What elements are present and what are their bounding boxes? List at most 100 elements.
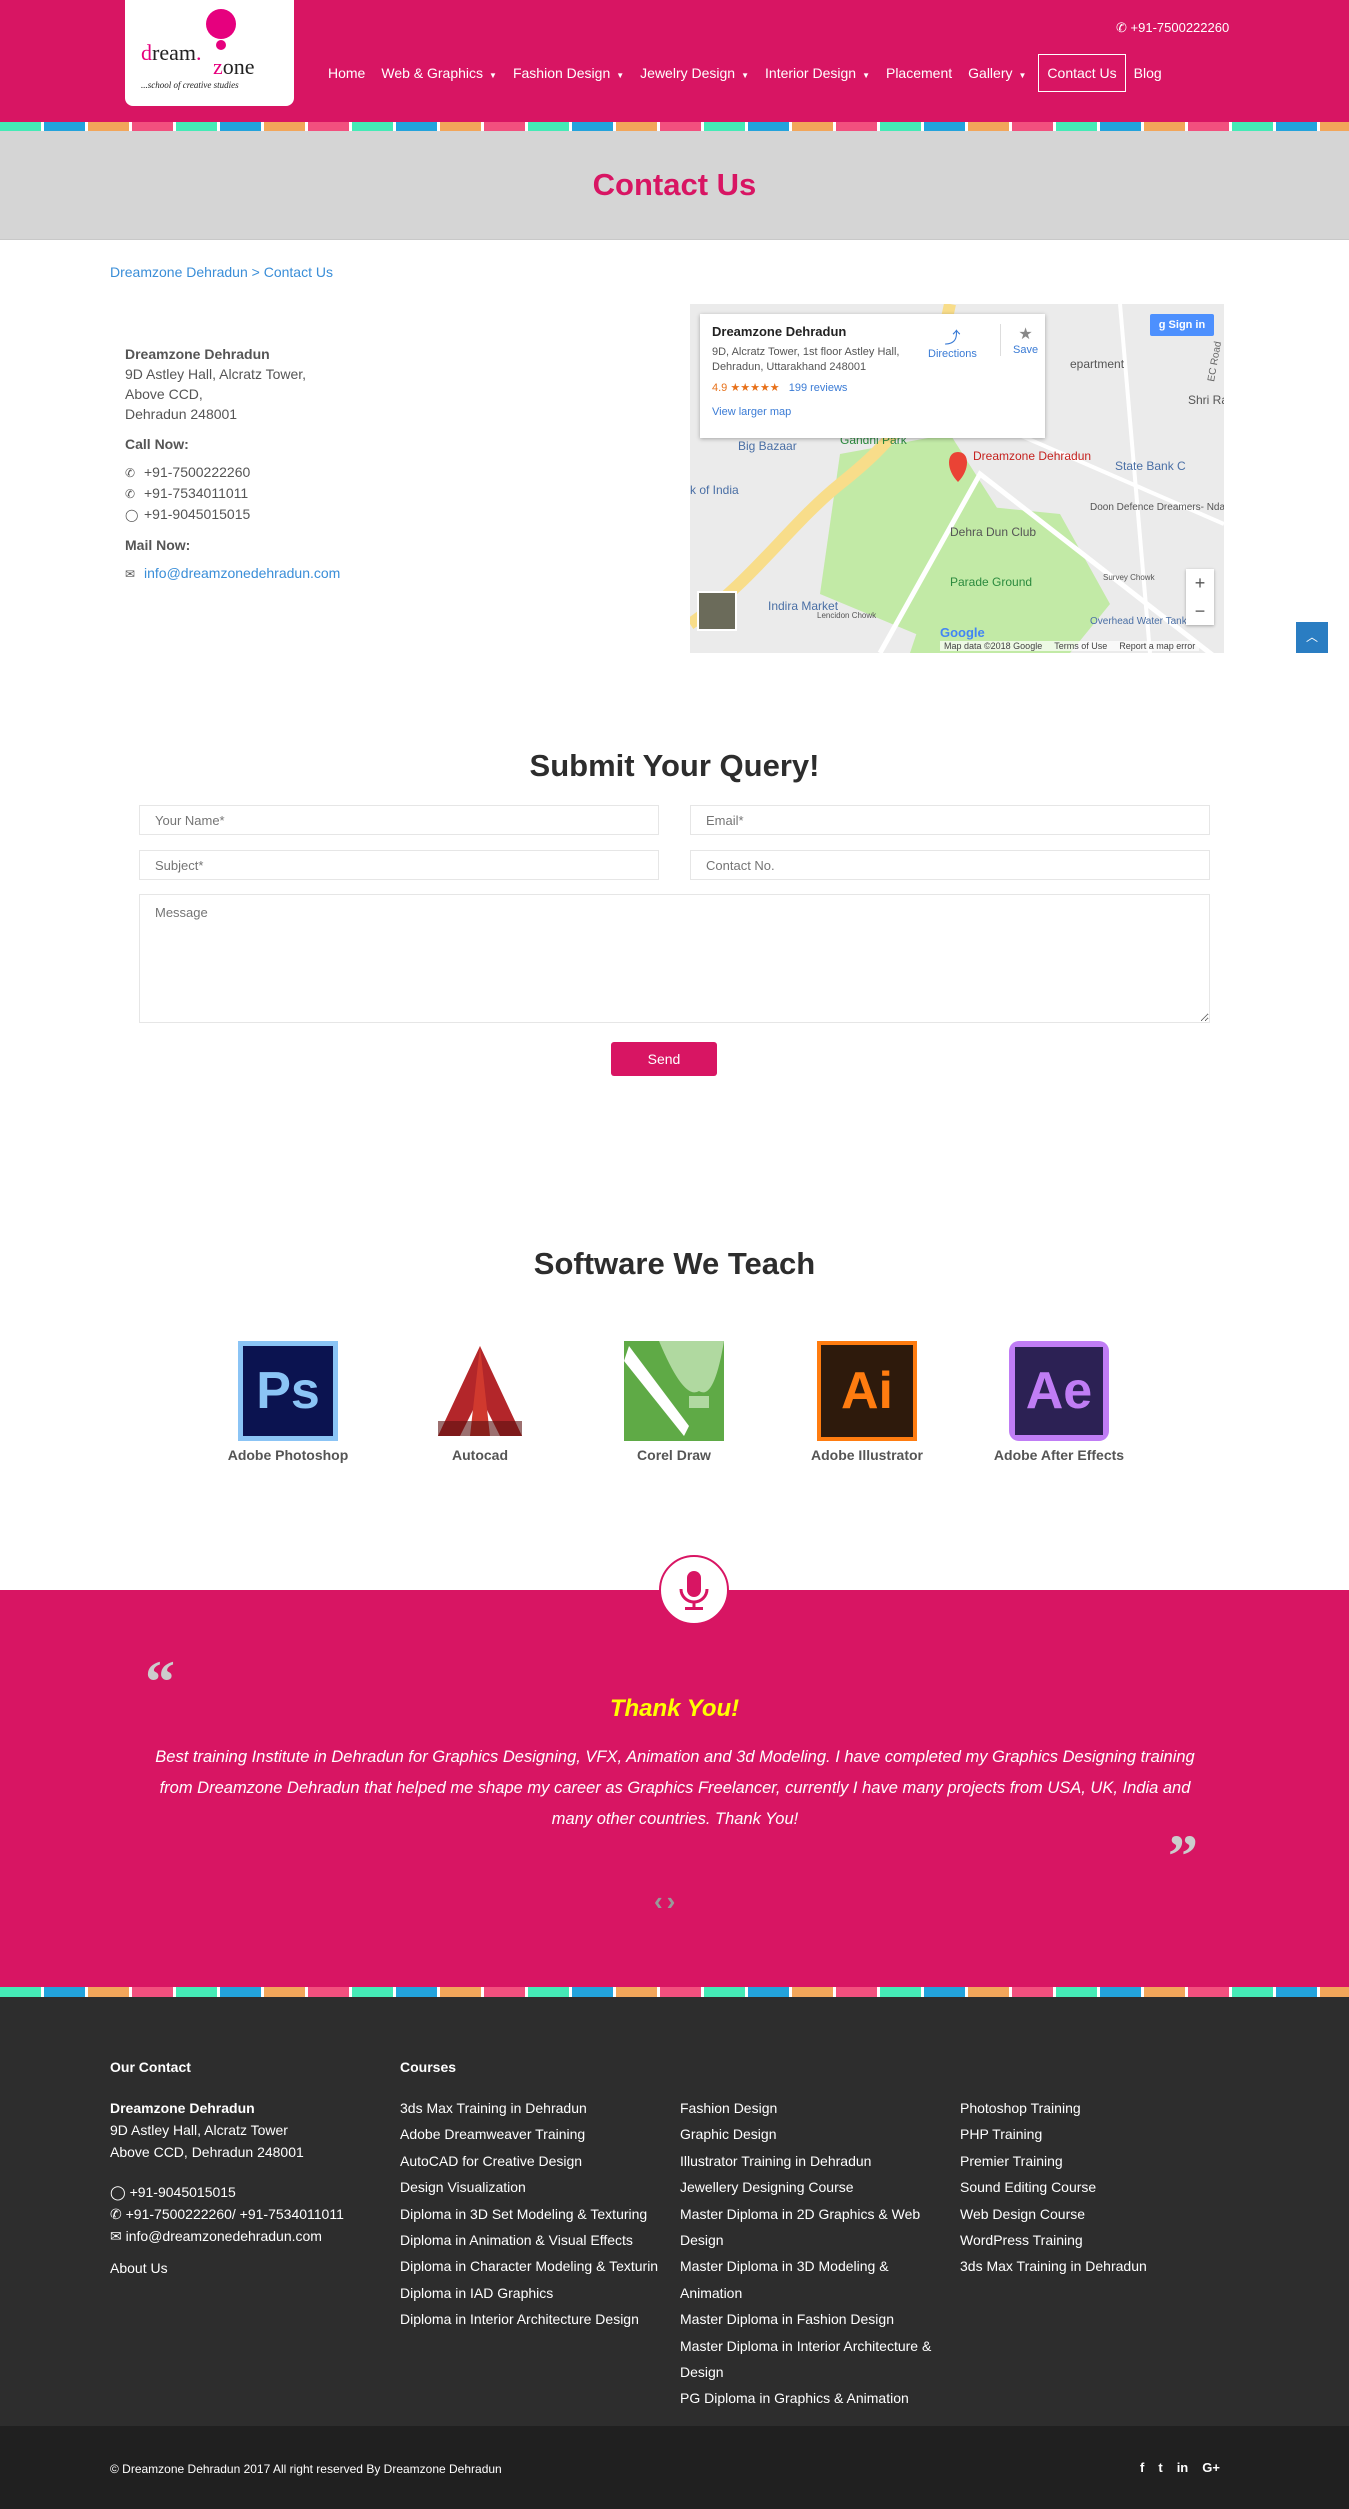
twitter-icon[interactable]: t [1158, 2460, 1162, 2475]
course-link[interactable]: Illustrator Training in Dehradun [680, 2148, 950, 2174]
email-link[interactable]: info@dreamzonedehradun.com [144, 565, 340, 581]
course-link[interactable]: Diploma in 3D Set Modeling & Texturing [400, 2201, 670, 2227]
contact-number-input[interactable] [690, 850, 1210, 880]
course-link[interactable]: AutoCAD for Creative Design [400, 2148, 670, 2174]
name-input[interactable] [139, 805, 659, 835]
stripe-segment [0, 1987, 44, 1997]
google-map[interactable]: Dreamzone Dehradun Big Bazaar Gandhi Par… [690, 304, 1224, 653]
breadcrumb-home[interactable]: Dreamzone Dehradun [110, 264, 248, 280]
stripe-segment [660, 122, 704, 131]
stripe-segment [308, 1987, 352, 1997]
map-sign-in-button[interactable]: g Sign in [1150, 314, 1214, 336]
nav-item[interactable]: Blog [1126, 54, 1170, 92]
nav-item[interactable]: Jewelry Design ▼ [632, 54, 757, 92]
message-textarea[interactable] [139, 894, 1210, 1023]
stripe-segment [1100, 122, 1144, 131]
footer-contact-title: Our Contact [110, 2059, 191, 2075]
mail-label: Mail Now: [125, 537, 191, 553]
stripe-segment [880, 122, 924, 131]
stripe-segment [1320, 122, 1349, 131]
send-button[interactable]: Send [611, 1042, 717, 1076]
course-link[interactable]: 3ds Max Training in Dehradun [400, 2095, 670, 2121]
course-link[interactable]: Web Design Course [960, 2201, 1230, 2227]
course-link[interactable]: Master Diploma in 3D Modeling & Animatio… [680, 2253, 950, 2306]
course-link[interactable]: Adobe Dreamweaver Training [400, 2121, 670, 2147]
nav-item[interactable]: Placement [878, 54, 960, 92]
course-link[interactable]: Diploma in Animation & Visual Effects [400, 2227, 670, 2253]
nav-item[interactable]: Home [320, 54, 373, 92]
terms-link[interactable]: Terms of Use [1054, 641, 1107, 651]
course-link[interactable]: Sound Editing Course [960, 2174, 1230, 2200]
email-input[interactable] [690, 805, 1210, 835]
footer-email[interactable]: ✉ info@dreamzonedehradun.com [110, 2225, 370, 2247]
svg-text:dream.: dream. [141, 40, 201, 65]
color-stripe [0, 1987, 1349, 1997]
stripe-segment [88, 1987, 132, 1997]
logo[interactable]: dream. zone ...school of creative studie… [125, 0, 294, 106]
svg-text:Dehra Dun Club: Dehra Dun Club [950, 525, 1036, 539]
course-link[interactable]: Photoshop Training [960, 2095, 1230, 2121]
course-link[interactable]: Diploma in Character Modeling & Texturin [400, 2253, 670, 2279]
course-link[interactable]: PG Diploma in Graphics & Animation [680, 2385, 950, 2411]
course-link[interactable]: Master Diploma in Fashion Design [680, 2306, 950, 2332]
stripe-segment [1276, 1987, 1320, 1997]
svg-text:...school of creative studies: ...school of creative studies [141, 80, 239, 90]
course-link[interactable]: Jewellery Designing Course [680, 2174, 950, 2200]
whatsapp[interactable]: ◯ +91-9045015015 [125, 504, 340, 525]
report-error-link[interactable]: Report a map error [1119, 641, 1195, 651]
reviews-link[interactable]: 199 reviews [789, 382, 848, 394]
course-link[interactable]: Master Diploma in Interior Architecture … [680, 2333, 950, 2386]
zoom-out-button[interactable]: − [1186, 597, 1214, 625]
linkedin-icon[interactable]: in [1177, 2460, 1189, 2475]
stripe-segment [660, 1987, 704, 1997]
nav-item[interactable]: Gallery ▼ [960, 54, 1034, 92]
stripe-segment [1056, 1987, 1100, 1997]
breadcrumb-separator: > [251, 264, 260, 280]
nav-item[interactable]: Interior Design ▼ [757, 54, 878, 92]
header-phone[interactable]: ✆ +91-7500222260 [1116, 20, 1229, 36]
google-plus-icon[interactable]: G+ [1202, 2460, 1220, 2475]
scroll-to-top-button[interactable]: ︿ [1296, 622, 1328, 653]
view-larger-map-link[interactable]: View larger map [712, 406, 1033, 418]
caret-down-icon: ▼ [489, 71, 497, 80]
course-link[interactable]: Fashion Design [680, 2095, 950, 2121]
email[interactable]: ✉ info@dreamzonedehradun.com [125, 563, 340, 584]
breadcrumb-current[interactable]: Contact Us [264, 264, 333, 280]
svg-text:Google: Google [940, 625, 985, 640]
call-label: Call Now: [125, 436, 189, 452]
course-link[interactable]: Diploma in Interior Architecture Design [400, 2306, 670, 2332]
microphone-icon [659, 1555, 729, 1625]
next-arrow-icon[interactable]: › [667, 1886, 676, 1916]
course-link[interactable]: WordPress Training [960, 2227, 1230, 2253]
stripe-segment [1232, 1987, 1276, 1997]
zoom-in-button[interactable]: + [1186, 569, 1214, 597]
save-button[interactable]: ★ Save [1000, 324, 1038, 356]
stripe-segment [748, 122, 792, 131]
nav-item[interactable]: Fashion Design ▼ [505, 54, 632, 92]
course-link[interactable]: PHP Training [960, 2121, 1230, 2147]
course-link[interactable]: Diploma in IAD Graphics [400, 2280, 670, 2306]
course-link[interactable]: 3ds Max Training in Dehradun [960, 2253, 1230, 2279]
phone-icon: ✆ [125, 466, 136, 480]
nav-item[interactable]: Web & Graphics ▼ [373, 54, 505, 92]
course-link[interactable]: Graphic Design [680, 2121, 950, 2147]
stripe-segment [880, 1987, 924, 1997]
prev-arrow-icon[interactable]: ‹ [654, 1886, 663, 1916]
nav-item[interactable]: Contact Us [1038, 54, 1126, 92]
directions-button[interactable]: ⤴ Directions [928, 324, 977, 360]
course-link[interactable]: Premier Training [960, 2148, 1230, 2174]
footer-phones[interactable]: ✆ +91-7500222260/ +91-7534011011 [110, 2203, 370, 2225]
phone-1[interactable]: ✆ +91-7500222260 [125, 462, 340, 483]
stripe-segment [440, 1987, 484, 1997]
stripe-segment [352, 1987, 396, 1997]
stripe-segment [0, 122, 44, 131]
subject-input[interactable] [139, 850, 659, 880]
facebook-icon[interactable]: f [1140, 2460, 1144, 2475]
zoom-controls: + − [1186, 569, 1214, 625]
phone-2[interactable]: ✆ +91-7534011011 [125, 483, 340, 504]
about-us-link[interactable]: About Us [110, 2255, 370, 2281]
course-link[interactable]: Master Diploma in 2D Graphics & Web Desi… [680, 2201, 950, 2254]
software-photoshop: Ps Adobe Photoshop [208, 1341, 368, 1463]
course-link[interactable]: Design Visualization [400, 2174, 670, 2200]
footer-whatsapp[interactable]: ◯ +91-9045015015 [110, 2181, 370, 2203]
